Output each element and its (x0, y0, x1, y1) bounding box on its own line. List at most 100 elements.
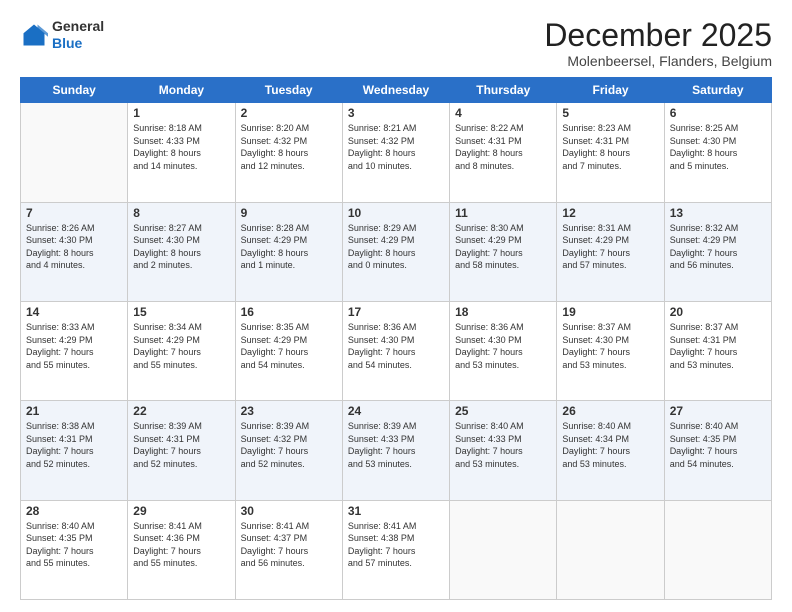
table-row: 10 Sunrise: 8:29 AM Sunset: 4:29 PM Dayli… (342, 202, 449, 301)
col-thursday: Thursday (450, 78, 557, 103)
day-number: 6 (670, 106, 766, 120)
table-row: 17 Sunrise: 8:36 AM Sunset: 4:30 PM Dayli… (342, 301, 449, 400)
table-row: 3Sunrise: 8:21 AM Sunset: 4:32 PM Daylig… (342, 103, 449, 202)
day-number: 2 (241, 106, 337, 120)
day-number: 12 (562, 206, 658, 220)
col-sunday: Sunday (21, 78, 128, 103)
table-row: 13Sunrise: 8:32 AM Sunset: 4:29 PM Dayli… (664, 202, 771, 301)
table-row: 30Sunrise: 8:41 AM Sunset: 4:37 PM Dayli… (235, 500, 342, 599)
table-row: 9 Sunrise: 8:28 AM Sunset: 4:29 PM Daylig… (235, 202, 342, 301)
day-number: 9 (241, 206, 337, 220)
calendar-week-row: 14 Sunrise: 8:33 AM Sunset: 4:29 PM Dayli… (21, 301, 772, 400)
day-number: 25 (455, 404, 551, 418)
day-info: Sunrise: 8:38 AM Sunset: 4:31 PM Dayligh… (26, 420, 122, 470)
table-row: 24Sunrise: 8:39 AM Sunset: 4:33 PM Dayli… (342, 401, 449, 500)
day-info: Sunrise: 8:39 AM Sunset: 4:33 PM Dayligh… (348, 420, 444, 470)
day-number: 23 (241, 404, 337, 418)
day-info: Sunrise: 8:33 AM Sunset: 4:29 PM Dayligh… (26, 321, 122, 371)
table-row: 7 Sunrise: 8:26 AM Sunset: 4:30 PM Daylig… (21, 202, 128, 301)
day-info: Sunrise: 8:36 AM Sunset: 4:30 PM Dayligh… (348, 321, 444, 371)
col-monday: Monday (128, 78, 235, 103)
col-saturday: Saturday (664, 78, 771, 103)
page: General Blue December 2025 Molenbeersel,… (0, 0, 792, 612)
table-row: 27 Sunrise: 8:40 AM Sunset: 4:35 PM Dayli… (664, 401, 771, 500)
day-number: 3 (348, 106, 444, 120)
day-number: 10 (348, 206, 444, 220)
day-info: Sunrise: 8:39 AM Sunset: 4:31 PM Dayligh… (133, 420, 229, 470)
table-row: 25 Sunrise: 8:40 AM Sunset: 4:33 PM Dayli… (450, 401, 557, 500)
day-info: Sunrise: 8:39 AM Sunset: 4:32 PM Dayligh… (241, 420, 337, 470)
day-number: 16 (241, 305, 337, 319)
day-number: 7 (26, 206, 122, 220)
day-info: Sunrise: 8:29 AM Sunset: 4:29 PM Dayligh… (348, 222, 444, 272)
month-title: December 2025 (544, 18, 772, 53)
table-row: 18Sunrise: 8:36 AM Sunset: 4:30 PM Dayli… (450, 301, 557, 400)
table-row: 28 Sunrise: 8:40 AM Sunset: 4:35 PM Dayli… (21, 500, 128, 599)
day-info: Sunrise: 8:23 AM Sunset: 4:31 PM Dayligh… (562, 122, 658, 172)
calendar-header-row: Sunday Monday Tuesday Wednesday Thursday… (21, 78, 772, 103)
day-number: 27 (670, 404, 766, 418)
day-info: Sunrise: 8:40 AM Sunset: 4:35 PM Dayligh… (670, 420, 766, 470)
day-number: 1 (133, 106, 229, 120)
day-number: 14 (26, 305, 122, 319)
day-number: 4 (455, 106, 551, 120)
title-block: December 2025 Molenbeersel, Flanders, Be… (544, 18, 772, 69)
table-row: 8Sunrise: 8:27 AM Sunset: 4:30 PM Daylig… (128, 202, 235, 301)
table-row: 6Sunrise: 8:25 AM Sunset: 4:30 PM Daylig… (664, 103, 771, 202)
day-number: 26 (562, 404, 658, 418)
table-row: 12 Sunrise: 8:31 AM Sunset: 4:29 PM Dayli… (557, 202, 664, 301)
day-info: Sunrise: 8:40 AM Sunset: 4:33 PM Dayligh… (455, 420, 551, 470)
day-info: Sunrise: 8:28 AM Sunset: 4:29 PM Dayligh… (241, 222, 337, 272)
calendar-week-row: 1Sunrise: 8:18 AM Sunset: 4:33 PM Daylig… (21, 103, 772, 202)
day-info: Sunrise: 8:40 AM Sunset: 4:35 PM Dayligh… (26, 520, 122, 570)
day-number: 30 (241, 504, 337, 518)
table-row: 23 Sunrise: 8:39 AM Sunset: 4:32 PM Dayli… (235, 401, 342, 500)
col-tuesday: Tuesday (235, 78, 342, 103)
table-row (450, 500, 557, 599)
logo-blue: Blue (52, 35, 104, 52)
day-info: Sunrise: 8:20 AM Sunset: 4:32 PM Dayligh… (241, 122, 337, 172)
logo-general: General (52, 18, 104, 35)
day-number: 19 (562, 305, 658, 319)
day-info: Sunrise: 8:31 AM Sunset: 4:29 PM Dayligh… (562, 222, 658, 272)
table-row: 11Sunrise: 8:30 AM Sunset: 4:29 PM Dayli… (450, 202, 557, 301)
table-row: 20Sunrise: 8:37 AM Sunset: 4:31 PM Dayli… (664, 301, 771, 400)
calendar-week-row: 7 Sunrise: 8:26 AM Sunset: 4:30 PM Daylig… (21, 202, 772, 301)
day-info: Sunrise: 8:35 AM Sunset: 4:29 PM Dayligh… (241, 321, 337, 371)
calendar-table: Sunday Monday Tuesday Wednesday Thursday… (20, 77, 772, 600)
table-row (664, 500, 771, 599)
day-info: Sunrise: 8:34 AM Sunset: 4:29 PM Dayligh… (133, 321, 229, 371)
table-row: 19 Sunrise: 8:37 AM Sunset: 4:30 PM Dayli… (557, 301, 664, 400)
day-info: Sunrise: 8:41 AM Sunset: 4:36 PM Dayligh… (133, 520, 229, 570)
day-info: Sunrise: 8:37 AM Sunset: 4:31 PM Dayligh… (670, 321, 766, 371)
day-info: Sunrise: 8:22 AM Sunset: 4:31 PM Dayligh… (455, 122, 551, 172)
day-number: 28 (26, 504, 122, 518)
day-number: 8 (133, 206, 229, 220)
logo-icon (20, 21, 48, 49)
day-number: 11 (455, 206, 551, 220)
day-number: 18 (455, 305, 551, 319)
table-row: 5Sunrise: 8:23 AM Sunset: 4:31 PM Daylig… (557, 103, 664, 202)
table-row (557, 500, 664, 599)
day-number: 17 (348, 305, 444, 319)
table-row: 1Sunrise: 8:18 AM Sunset: 4:33 PM Daylig… (128, 103, 235, 202)
day-number: 22 (133, 404, 229, 418)
table-row: 22 Sunrise: 8:39 AM Sunset: 4:31 PM Dayli… (128, 401, 235, 500)
day-info: Sunrise: 8:37 AM Sunset: 4:30 PM Dayligh… (562, 321, 658, 371)
table-row: 4 Sunrise: 8:22 AM Sunset: 4:31 PM Daylig… (450, 103, 557, 202)
day-number: 13 (670, 206, 766, 220)
calendar-week-row: 28 Sunrise: 8:40 AM Sunset: 4:35 PM Dayli… (21, 500, 772, 599)
header: General Blue December 2025 Molenbeersel,… (20, 18, 772, 69)
location-subtitle: Molenbeersel, Flanders, Belgium (544, 53, 772, 69)
table-row: 14 Sunrise: 8:33 AM Sunset: 4:29 PM Dayli… (21, 301, 128, 400)
day-number: 15 (133, 305, 229, 319)
col-friday: Friday (557, 78, 664, 103)
table-row: 15 Sunrise: 8:34 AM Sunset: 4:29 PM Dayli… (128, 301, 235, 400)
day-number: 31 (348, 504, 444, 518)
logo: General Blue (20, 18, 104, 52)
logo-text: General Blue (52, 18, 104, 52)
table-row: 26Sunrise: 8:40 AM Sunset: 4:34 PM Dayli… (557, 401, 664, 500)
table-row: 2 Sunrise: 8:20 AM Sunset: 4:32 PM Daylig… (235, 103, 342, 202)
day-info: Sunrise: 8:26 AM Sunset: 4:30 PM Dayligh… (26, 222, 122, 272)
table-row: 21Sunrise: 8:38 AM Sunset: 4:31 PM Dayli… (21, 401, 128, 500)
